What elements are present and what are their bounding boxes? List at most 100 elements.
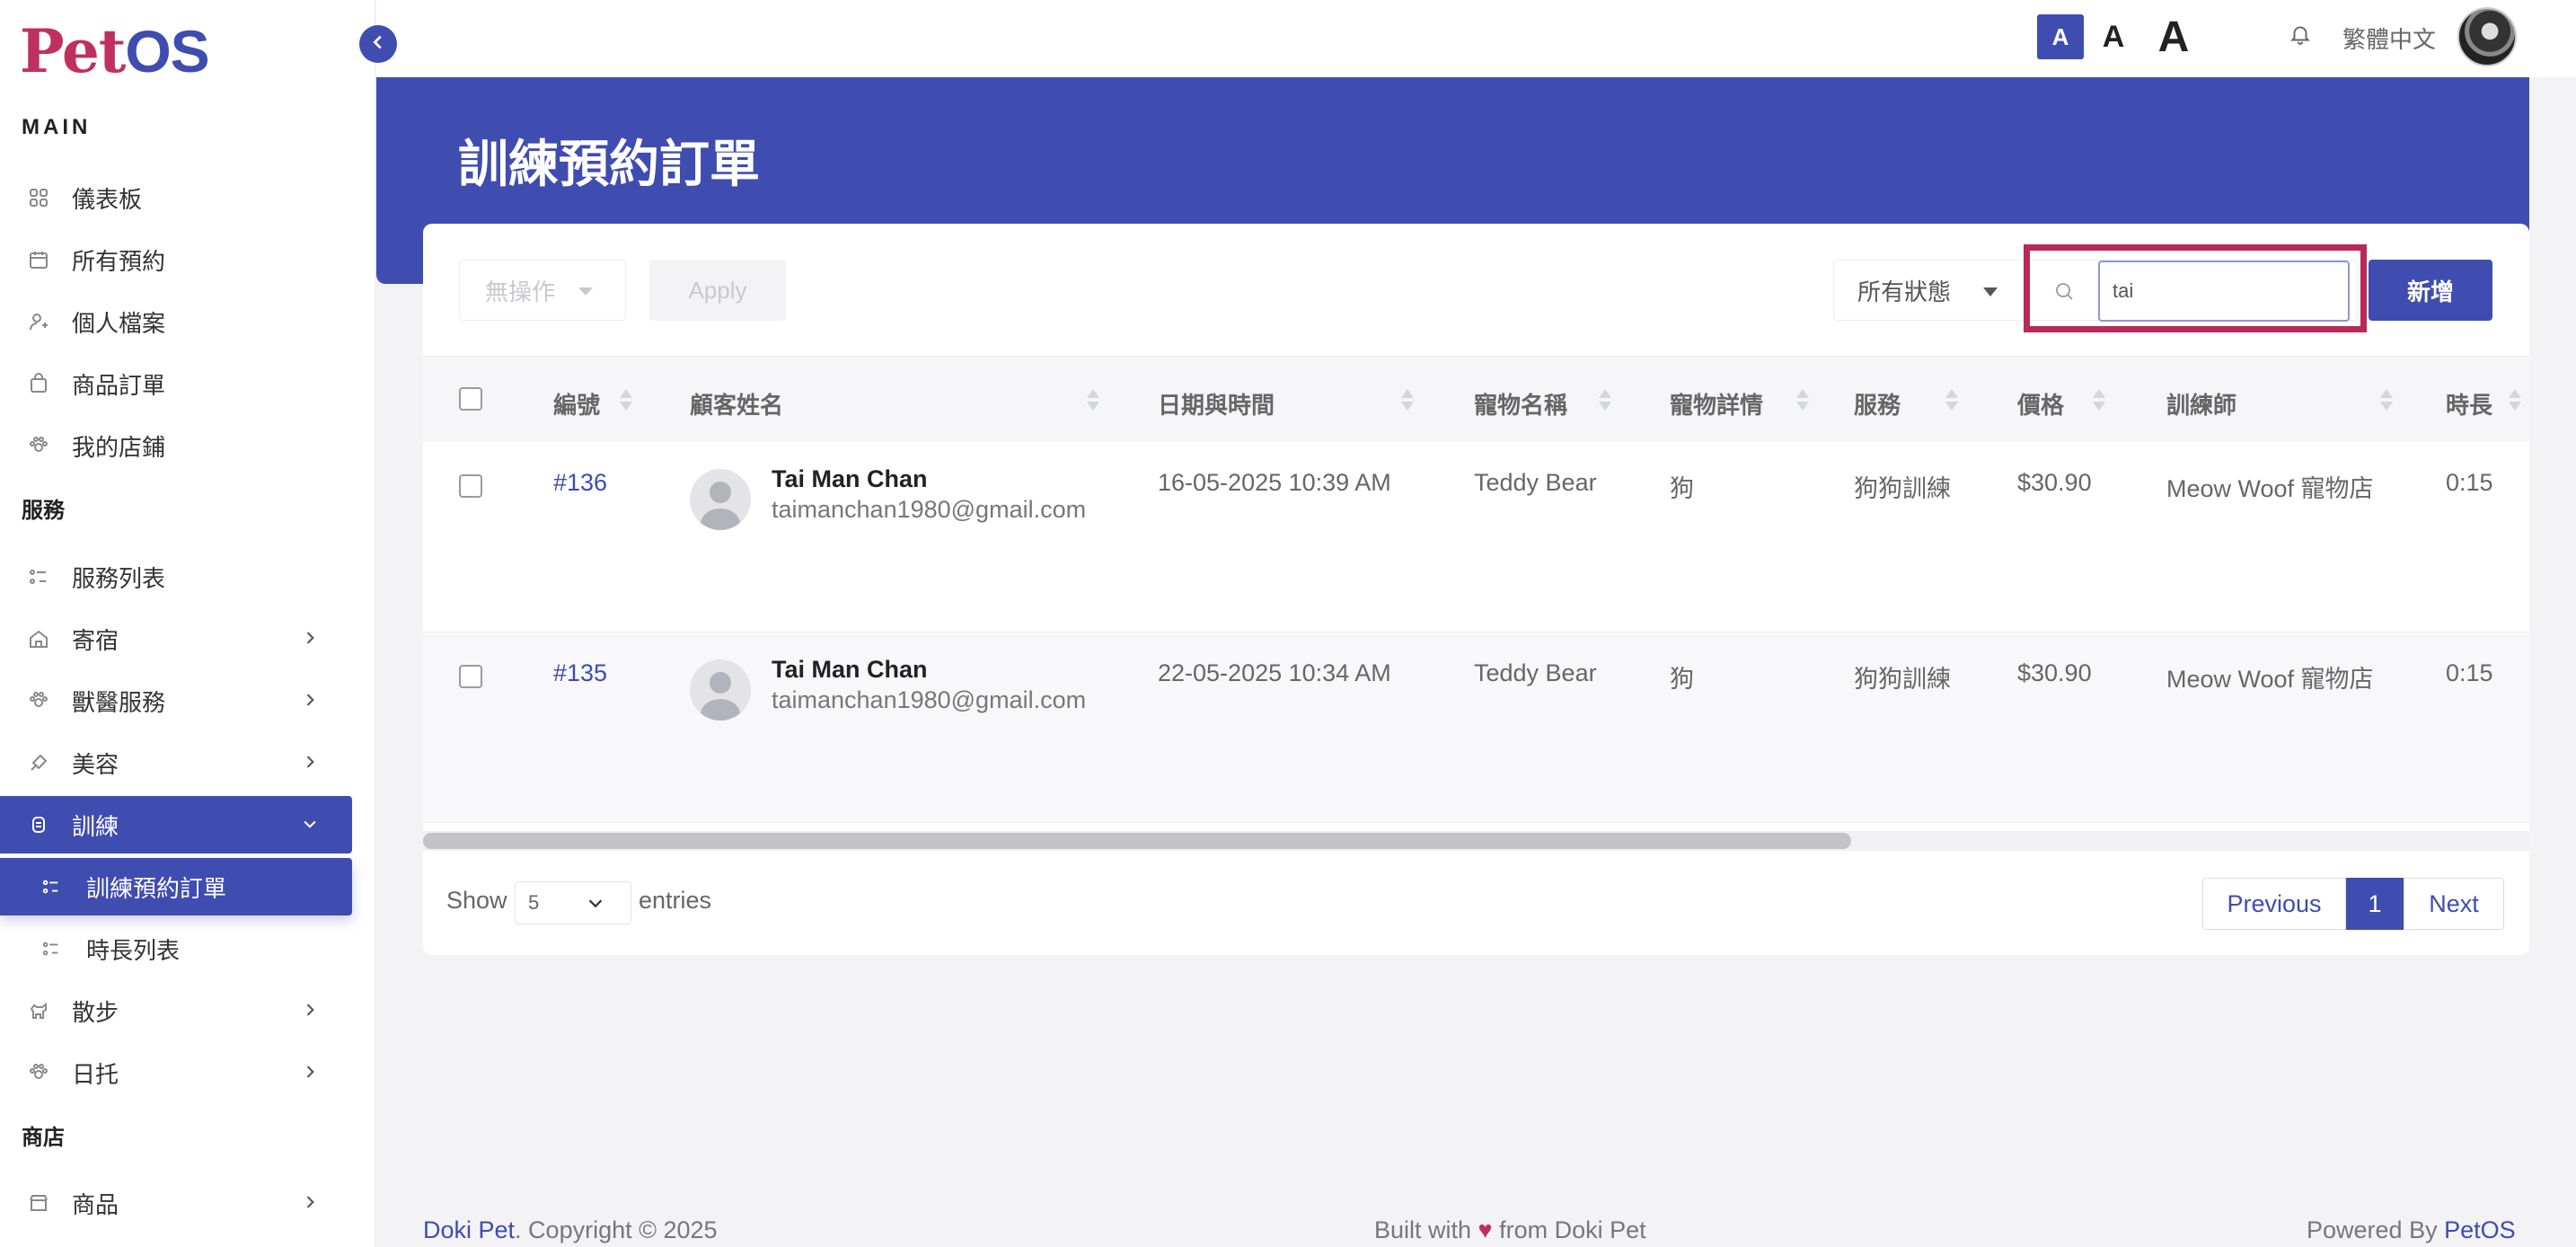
paw-icon [27,1061,50,1084]
sidebar-item-walking[interactable]: 散步 [0,982,352,1039]
pet-detail: 狗 [1670,475,1694,502]
sidebar-item-daycare[interactable]: 日托 [0,1044,352,1101]
sidebar-item-training[interactable]: 訓練 [0,796,352,853]
customer-name: Tai Man Chan [772,465,928,492]
sort-icon[interactable] [1087,387,1099,412]
heart-icon: ♥ [1478,1216,1493,1243]
next-page-button[interactable]: Next [2404,878,2504,930]
petos-logo[interactable]: PetOS [20,16,210,86]
apply-button[interactable]: Apply [649,260,786,321]
sidebar-item-my-store[interactable]: 我的店鋪 [0,417,352,474]
font-size-medium-button[interactable]: A [2098,14,2129,59]
column-header-trainer[interactable]: 訓練師 [2166,387,2236,420]
column-header-service[interactable]: 服務 [1854,387,1901,420]
sidebar-item-duration-list[interactable]: 時長列表 [0,920,352,977]
duration: 0:15 [2446,659,2493,686]
order-id-link[interactable]: #135 [553,659,607,687]
bulk-action-select[interactable]: 無操作 [459,260,626,321]
brush-icon [27,751,50,774]
row-checkbox[interactable] [459,665,482,688]
home-icon [27,627,50,650]
customer-email: taimanchan1980@gmail.com [772,496,1087,523]
dog-icon [27,999,50,1022]
duration: 0:15 [2446,469,2493,496]
topbar [376,0,2576,77]
list-icon [40,875,63,898]
sidebar-item-training-orders[interactable]: 訓練預約訂單 [0,858,352,915]
sidebar-item-service-list[interactable]: 服務列表 [0,548,352,606]
pet-name: Teddy Bear [1474,469,1597,496]
section-main-title: MAIN [22,115,92,139]
sort-icon[interactable] [1599,387,1611,412]
list-icon [27,565,50,588]
sidebar-item-dashboard[interactable]: 儀表板 [0,169,352,226]
sidebar-item-profile[interactable]: 個人檔案 [0,293,352,350]
sort-icon[interactable] [620,387,632,412]
order-id-link[interactable]: #136 [553,469,607,497]
column-header-pet-detail[interactable]: 寵物詳情 [1670,387,1763,420]
language-selector[interactable]: 繁體中文 [2342,22,2436,55]
sidebar-item-grooming[interactable]: 美容 [0,734,352,792]
logo-et: et [61,16,126,86]
sidebar-item-products[interactable]: 商品 [0,1174,352,1232]
calendar-icon [27,248,50,271]
footer-brand-link[interactable]: Doki Pet [423,1216,515,1243]
entries-per-page-select[interactable]: 5 [515,881,631,924]
sort-icon[interactable] [2093,387,2105,412]
booking-datetime: 22-05-2025 10:34 AM [1158,659,1391,686]
row-checkbox[interactable] [459,474,482,498]
column-header-duration[interactable]: 時長 [2446,387,2492,420]
sort-icon[interactable] [1796,387,1809,412]
store-icon [27,1191,50,1215]
horizontal-scrollbar-thumb[interactable] [423,833,1851,849]
user-avatar[interactable] [2457,7,2517,66]
chevron-left-icon [368,32,388,57]
sidebar-item-label: 商品 [72,1190,119,1218]
column-header-id[interactable]: 編號 [553,387,600,420]
entries-per-page-value: 5 [528,891,540,914]
sidebar-item-label: 獸醫服務 [72,688,166,716]
sidebar-item-label: 商品訂單 [72,371,166,399]
footer-petos-link[interactable]: PetOS [2444,1216,2516,1243]
sort-icon[interactable] [1401,387,1414,412]
sidebar-item-all-bookings[interactable]: 所有預約 [0,231,352,288]
sidebar-item-product-orders[interactable]: 商品訂單 [0,355,352,412]
column-header-pet-name[interactable]: 寵物名稱 [1474,387,1567,420]
sort-icon[interactable] [2509,387,2521,412]
chevron-right-icon [298,626,322,650]
avatar [690,659,751,721]
sidebar-item-label: 個人檔案 [72,309,166,337]
sidebar-item-boarding[interactable]: 寄宿 [0,610,352,668]
show-label: Show [446,887,507,914]
bag-icon [27,372,50,395]
list-icon [40,937,63,960]
chevron-right-icon [298,750,322,774]
page-1-button[interactable]: 1 [2346,878,2404,930]
status-filter-select[interactable]: 所有狀態 [1833,260,2025,321]
sidebar-item-label: 我的店鋪 [72,433,166,461]
column-header-datetime[interactable]: 日期與時間 [1158,387,1275,420]
column-header-price[interactable]: 價格 [2017,387,2064,420]
sort-icon[interactable] [2380,387,2393,412]
bell-icon[interactable] [2289,22,2316,49]
chevron-down-icon [298,812,322,836]
font-size-small-button[interactable]: A [2037,14,2084,59]
footer-built-with: Built with ♥ from Doki Pet [1374,1216,1646,1244]
avatar [690,469,751,530]
page-title: 訓練預約訂單 [458,136,760,192]
sidebar-item-label: 日托 [72,1060,119,1088]
table-row[interactable]: #135 Tai Man Chan taimanchan1980@gmail.c… [423,632,2529,823]
add-button[interactable]: 新增 [2369,260,2492,321]
sidebar-item-vet-services[interactable]: 獸醫服務 [0,672,352,730]
trainer-name: Meow Woof 寵物店 [2166,475,2374,502]
sort-icon[interactable] [1945,387,1958,412]
sidebar-item-label: 美容 [72,750,119,778]
logo-os: OS [125,18,209,84]
orders-card: 無操作 Apply 所有狀態 新增 編號 顧客姓名 日期與時間 寵物名稱 寵物詳… [423,224,2529,955]
previous-page-button[interactable]: Previous [2202,878,2346,930]
select-all-checkbox[interactable] [459,387,482,411]
font-size-large-button[interactable]: A [2154,13,2193,61]
column-header-customer[interactable]: 顧客姓名 [690,387,783,420]
collapse-sidebar-button[interactable] [359,25,397,63]
table-row[interactable]: #136 Tai Man Chan taimanchan1980@gmail.c… [423,442,2529,632]
